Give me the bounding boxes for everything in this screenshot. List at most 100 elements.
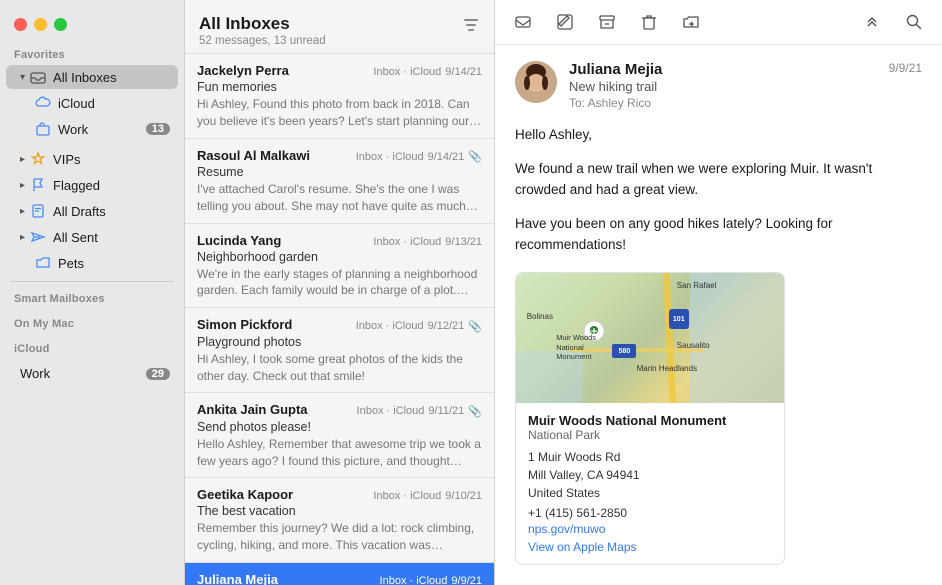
inbox-title: All Inboxes [199, 14, 326, 34]
email-item[interactable]: Geetika Kapoor Inbox · iCloud 9/10/21 Th… [185, 478, 494, 563]
email-item[interactable]: Simon Pickford Inbox · iCloud 9/12/21 📎 … [185, 308, 494, 393]
email-sender: Rasoul Al Malkawi [197, 148, 310, 163]
email-body: Hello Ashley, We found a new trail when … [515, 124, 922, 256]
sidebar-item-work-section[interactable]: Work 29 [6, 363, 178, 384]
reply-button[interactable] [509, 8, 537, 36]
email-detail-sender-info: Juliana Mejia New hiking trail To: Ashle… [569, 61, 889, 110]
work-section-badge: 29 [146, 368, 170, 380]
attachment-icon: 📎 [468, 405, 482, 418]
sidebar-item-all-sent[interactable]: ▸ All Sent [6, 225, 178, 249]
email-item-header: Rasoul Al Malkawi Inbox · iCloud 9/14/21… [197, 148, 482, 164]
archive-button[interactable] [593, 8, 621, 36]
email-item-selected[interactable]: Juliana Mejia Inbox · iCloud 9/9/21 New … [185, 563, 494, 585]
search-button[interactable] [900, 8, 928, 36]
map-card: 101 580 San Rafael Bolinas Muir WoodsNat… [515, 272, 785, 565]
email-list-header-left: All Inboxes 52 messages, 13 unread [199, 14, 326, 47]
email-inbox: Inbox · iCloud [373, 236, 441, 248]
email-detail-date: 9/9/21 [889, 61, 922, 75]
email-body-paragraph-1: We found a new trail when we were explor… [515, 158, 922, 201]
maximize-button[interactable] [54, 18, 67, 31]
email-item-header: Geetika Kapoor Inbox · iCloud 9/10/21 [197, 487, 482, 502]
sidebar-item-all-inboxes[interactable]: ▾ All Inboxes [6, 65, 178, 89]
work-badge: 13 [146, 123, 170, 135]
sidebar-item-icloud[interactable]: iCloud [6, 91, 178, 115]
map-label-san-rafael: San Rafael [677, 281, 717, 290]
email-detail-content: Juliana Mejia New hiking trail To: Ashle… [495, 45, 942, 585]
sidebar-item-pets[interactable]: Pets [6, 251, 178, 275]
email-item[interactable]: Lucinda Yang Inbox · iCloud 9/13/21 Neig… [185, 224, 494, 309]
email-subject: Fun memories [197, 80, 482, 94]
inbox-subtitle: 52 messages, 13 unread [199, 35, 326, 47]
email-subject: Resume [197, 165, 482, 179]
email-date: 9/14/21 [428, 151, 465, 163]
email-item-header: Ankita Jain Gupta Inbox · iCloud 9/11/21… [197, 402, 482, 418]
email-item-header: Simon Pickford Inbox · iCloud 9/12/21 📎 [197, 317, 482, 333]
filter-icon[interactable] [462, 14, 480, 39]
map-website-link[interactable]: nps.gov/muwo [528, 522, 772, 536]
email-sender: Geetika Kapoor [197, 487, 293, 502]
map-place-name: Muir Woods National Monument [528, 413, 772, 428]
more-button[interactable] [858, 8, 886, 36]
map-address: 1 Muir Woods Rd Mill Valley, CA 94941 Un… [528, 448, 772, 502]
compose-button[interactable] [551, 8, 579, 36]
email-date: 9/10/21 [445, 490, 482, 502]
email-meta: Inbox · iCloud 9/9/21 [380, 575, 482, 585]
email-date: 9/14/21 [445, 66, 482, 78]
collapse-icon: ▾ [20, 72, 25, 83]
cloud-icon [34, 94, 52, 112]
apple-maps-link[interactable]: View on Apple Maps [528, 540, 772, 554]
move-button[interactable] [677, 8, 705, 36]
email-item[interactable]: Rasoul Al Malkawi Inbox · iCloud 9/14/21… [185, 139, 494, 224]
email-body-paragraph-2: Have you been on any good hikes lately? … [515, 213, 922, 256]
folder-icon [34, 254, 52, 272]
minimize-button[interactable] [34, 18, 47, 31]
collapse-icon: ▸ [20, 180, 25, 191]
sidebar-item-label: iCloud [58, 96, 170, 111]
email-item[interactable]: Jackelyn Perra Inbox · iCloud 9/14/21 Fu… [185, 54, 494, 139]
email-sender: Lucinda Yang [197, 233, 281, 248]
sidebar-item-label: Flagged [53, 178, 170, 193]
avatar [515, 61, 557, 103]
divider [10, 281, 174, 282]
map-label-bolinas: Bolinas [527, 312, 553, 321]
on-my-mac-label: On My Mac [0, 312, 184, 333]
sidebar-item-work[interactable]: Work 13 [6, 117, 178, 141]
email-item-header: Lucinda Yang Inbox · iCloud 9/13/21 [197, 233, 482, 248]
sidebar-item-label: Pets [58, 256, 170, 271]
email-meta: Inbox · iCloud 9/14/21 📎 [356, 150, 482, 163]
email-item-header: Juliana Mejia Inbox · iCloud 9/9/21 [197, 572, 482, 585]
map-place-type: National Park [528, 428, 772, 442]
email-toolbar [495, 0, 942, 45]
sidebar-item-label: Work [58, 122, 146, 137]
email-sender: Simon Pickford [197, 317, 292, 332]
email-meta: Inbox · iCloud 9/10/21 [373, 490, 482, 502]
trash-button[interactable] [635, 8, 663, 36]
email-meta: Inbox · iCloud 9/12/21 📎 [356, 320, 482, 333]
email-body-greeting: Hello Ashley, [515, 124, 922, 146]
sidebar-item-label: Work [20, 366, 146, 381]
email-date: 9/13/21 [445, 236, 482, 248]
close-button[interactable] [14, 18, 27, 31]
sidebar-item-label: All Drafts [53, 204, 170, 219]
email-sender: Juliana Mejia [197, 572, 278, 585]
email-meta: Inbox · iCloud 9/14/21 [373, 66, 482, 78]
sidebar-item-label: All Sent [53, 230, 170, 245]
email-inbox: Inbox · iCloud [356, 151, 424, 163]
email-item[interactable]: Ankita Jain Gupta Inbox · iCloud 9/11/21… [185, 393, 494, 478]
email-date: 9/9/21 [451, 575, 482, 585]
email-to: To: Ashley Rico [569, 96, 889, 110]
email-subject: Playground photos [197, 335, 482, 349]
email-date: 9/11/21 [428, 405, 464, 417]
sidebar-item-label: All Inboxes [53, 70, 170, 85]
road-101-badge: 101 [669, 309, 689, 329]
email-date: 9/12/21 [428, 320, 465, 332]
sidebar-item-vips[interactable]: ▸ VIPs [6, 147, 178, 171]
email-list: All Inboxes 52 messages, 13 unread Jacke… [185, 0, 495, 585]
email-preview: We're in the early stages of planning a … [197, 266, 482, 300]
email-inbox: Inbox · iCloud [380, 575, 448, 585]
email-inbox: Inbox · iCloud [373, 490, 441, 502]
email-detail-from: Juliana Mejia New hiking trail To: Ashle… [515, 61, 922, 110]
sidebar-item-flagged[interactable]: ▸ Flagged [6, 173, 178, 197]
window-controls [0, 10, 184, 43]
sidebar-item-all-drafts[interactable]: ▸ All Drafts [6, 199, 178, 223]
